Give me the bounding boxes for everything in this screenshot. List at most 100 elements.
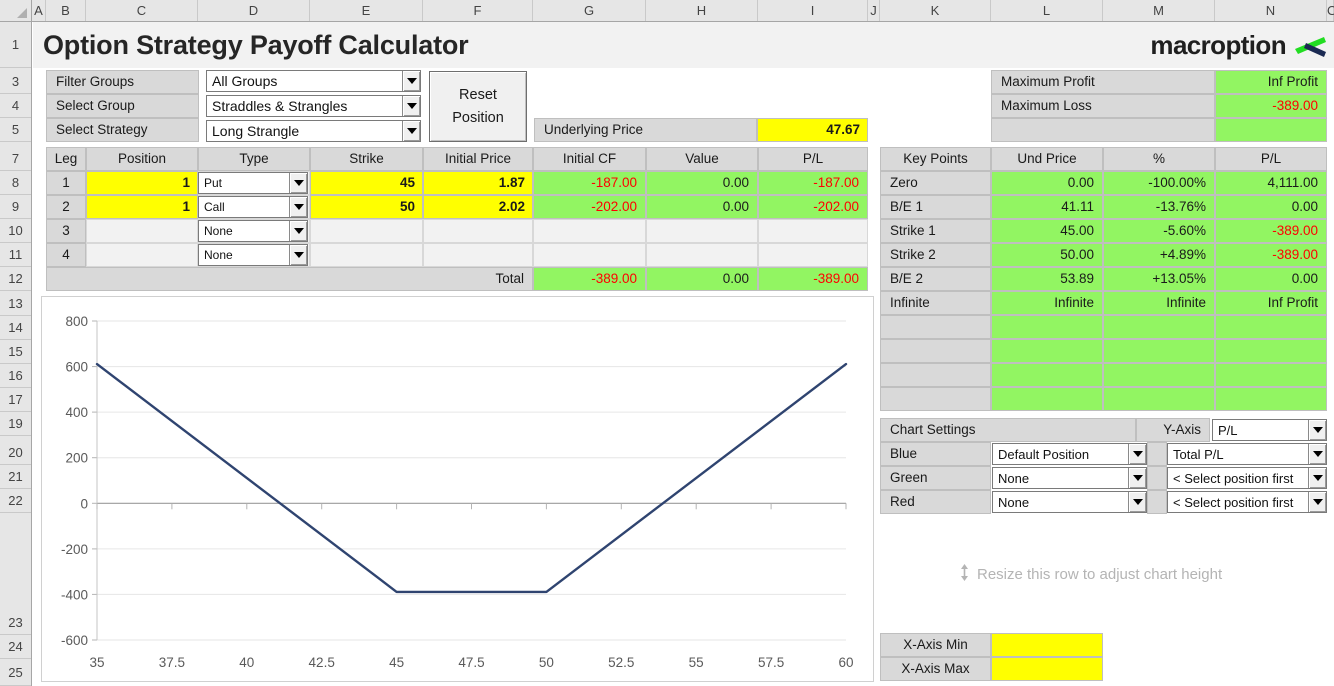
chevron-down-icon[interactable] bbox=[1128, 444, 1146, 464]
chevron-down-icon[interactable] bbox=[402, 121, 420, 141]
key-point-pl bbox=[1215, 315, 1327, 339]
row-header-16[interactable]: 16 bbox=[0, 364, 31, 388]
chevron-down-icon[interactable] bbox=[1308, 492, 1326, 512]
row-header-12[interactable]: 12 bbox=[0, 267, 31, 291]
column-header-l[interactable]: L bbox=[991, 0, 1103, 21]
reset-position-button[interactable]: Reset Position bbox=[429, 71, 527, 142]
column-header-e[interactable]: E bbox=[310, 0, 423, 21]
column-header-b[interactable]: B bbox=[46, 0, 86, 21]
chevron-down-icon[interactable] bbox=[402, 96, 420, 116]
key-point-percent: -5.60% bbox=[1103, 219, 1215, 243]
leg-initial-price-input[interactable] bbox=[423, 243, 533, 267]
column-header-k[interactable]: K bbox=[880, 0, 991, 21]
leg-position-input[interactable]: 1 bbox=[86, 195, 198, 219]
column-header-a[interactable]: A bbox=[32, 0, 46, 21]
leg-type-dropdown[interactable]: Call bbox=[198, 196, 308, 218]
chart-position-dropdown-red[interactable]: None bbox=[992, 491, 1147, 513]
key-points-header-p-l: P/L bbox=[1215, 147, 1327, 171]
column-header-d[interactable]: D bbox=[198, 0, 310, 21]
row-header-14[interactable]: 14 bbox=[0, 316, 31, 340]
x-axis-max-input[interactable] bbox=[991, 657, 1103, 681]
column-header-f[interactable]: F bbox=[423, 0, 533, 21]
column-header-c[interactable]: C bbox=[86, 0, 198, 21]
leg-position-input[interactable] bbox=[86, 243, 198, 267]
key-point-pl: 4,111.00 bbox=[1215, 171, 1327, 195]
chart-series-dropdown-green[interactable]: < Select position first bbox=[1167, 467, 1327, 489]
row-header-25[interactable]: 25 bbox=[0, 659, 31, 686]
leg-strike-input[interactable] bbox=[310, 243, 423, 267]
row-header-4[interactable]: 4 bbox=[0, 94, 31, 118]
row-header-20[interactable]: 20 bbox=[0, 441, 31, 465]
x-axis-tick-label: 52.5 bbox=[608, 655, 634, 670]
chart-series-dropdown-blue[interactable]: Total P/L bbox=[1167, 443, 1327, 465]
chevron-down-icon[interactable] bbox=[402, 71, 420, 91]
column-header-h[interactable]: H bbox=[646, 0, 758, 21]
key-point-percent bbox=[1103, 339, 1215, 363]
y-axis-dropdown[interactable]: P/L bbox=[1212, 419, 1327, 441]
summary-blank-label bbox=[991, 118, 1215, 142]
leg-type-dropdown[interactable]: None bbox=[198, 244, 308, 266]
leg-initial-price-input[interactable]: 1.87 bbox=[423, 171, 533, 195]
row-header-15[interactable]: 15 bbox=[0, 340, 31, 364]
leg-initial-price-input[interactable]: 2.02 bbox=[423, 195, 533, 219]
row-header-9[interactable]: 9 bbox=[0, 195, 31, 219]
row-header-22[interactable]: 22 bbox=[0, 489, 31, 513]
chevron-down-icon[interactable] bbox=[1128, 468, 1146, 488]
x-axis-min-input[interactable] bbox=[991, 633, 1103, 657]
chevron-down-icon[interactable] bbox=[289, 173, 307, 193]
column-header-j[interactable]: J bbox=[868, 0, 880, 21]
leg-strike-input[interactable]: 50 bbox=[310, 195, 423, 219]
legs-header-strike: Strike bbox=[310, 147, 423, 171]
page-title: Option Strategy Payoff Calculator bbox=[43, 29, 469, 60]
chart-series-value: < Select position first bbox=[1173, 470, 1294, 486]
leg-position-input[interactable]: 1 bbox=[86, 171, 198, 195]
select-strategy-dropdown[interactable]: Long Strangle bbox=[206, 120, 421, 142]
column-header-n[interactable]: N bbox=[1215, 0, 1327, 21]
row-header-21[interactable]: 21 bbox=[0, 465, 31, 489]
chevron-down-icon[interactable] bbox=[289, 197, 307, 217]
chevron-down-icon[interactable] bbox=[1308, 444, 1326, 464]
chart-series-dropdown-red[interactable]: < Select position first bbox=[1167, 491, 1327, 513]
row-header-10[interactable]: 10 bbox=[0, 219, 31, 243]
leg-strike-input[interactable] bbox=[310, 219, 423, 243]
key-points-header-und-price: Und Price bbox=[991, 147, 1103, 171]
column-header-i[interactable]: I bbox=[758, 0, 868, 21]
row-header-13[interactable]: 13 bbox=[0, 292, 31, 316]
key-point-und-price: 50.00 bbox=[991, 243, 1103, 267]
row-header-7[interactable]: 7 bbox=[0, 147, 31, 171]
key-point-percent: +13.05% bbox=[1103, 267, 1215, 291]
row-header-1[interactable]: 1 bbox=[0, 22, 31, 68]
row-header-11[interactable]: 11 bbox=[0, 243, 31, 267]
filter-groups-dropdown[interactable]: All Groups bbox=[206, 70, 421, 92]
column-header-m[interactable]: M bbox=[1103, 0, 1215, 21]
chevron-down-icon[interactable] bbox=[1308, 468, 1326, 488]
leg-strike-input[interactable]: 45 bbox=[310, 171, 423, 195]
chart-position-dropdown-blue[interactable]: Default Position bbox=[992, 443, 1147, 465]
chevron-down-icon[interactable] bbox=[289, 245, 307, 265]
row-header-24[interactable]: 24 bbox=[0, 635, 31, 659]
chart-settings-title: Chart Settings bbox=[880, 418, 1136, 442]
row-header-17[interactable]: 17 bbox=[0, 388, 31, 412]
chevron-down-icon[interactable] bbox=[1128, 492, 1146, 512]
leg-initial-price-input[interactable] bbox=[423, 219, 533, 243]
leg-type-value: None bbox=[204, 224, 233, 238]
select-group-dropdown[interactable]: Straddles & Strangles bbox=[206, 95, 421, 117]
chevron-down-icon[interactable] bbox=[289, 221, 307, 241]
chevron-down-icon[interactable] bbox=[1308, 420, 1326, 440]
underlying-price-input[interactable]: 47.67 bbox=[757, 118, 868, 142]
row-header-5[interactable]: 5 bbox=[0, 118, 31, 142]
row-header-19[interactable]: 19 bbox=[0, 412, 31, 436]
leg-type-dropdown[interactable]: None bbox=[198, 220, 308, 242]
leg-position-input[interactable] bbox=[86, 219, 198, 243]
key-point-und-price bbox=[991, 315, 1103, 339]
leg-number-cell: 3 bbox=[46, 219, 86, 243]
chart-position-value: None bbox=[998, 470, 1030, 486]
select-all-corner[interactable] bbox=[0, 0, 32, 21]
row-header-3[interactable]: 3 bbox=[0, 70, 31, 94]
row-header-23[interactable]: 23 bbox=[0, 611, 31, 635]
row-header-8[interactable]: 8 bbox=[0, 171, 31, 195]
column-header-o[interactable]: O bbox=[1327, 0, 1334, 21]
leg-type-dropdown[interactable]: Put bbox=[198, 172, 308, 194]
column-header-g[interactable]: G bbox=[533, 0, 646, 21]
chart-position-dropdown-green[interactable]: None bbox=[992, 467, 1147, 489]
